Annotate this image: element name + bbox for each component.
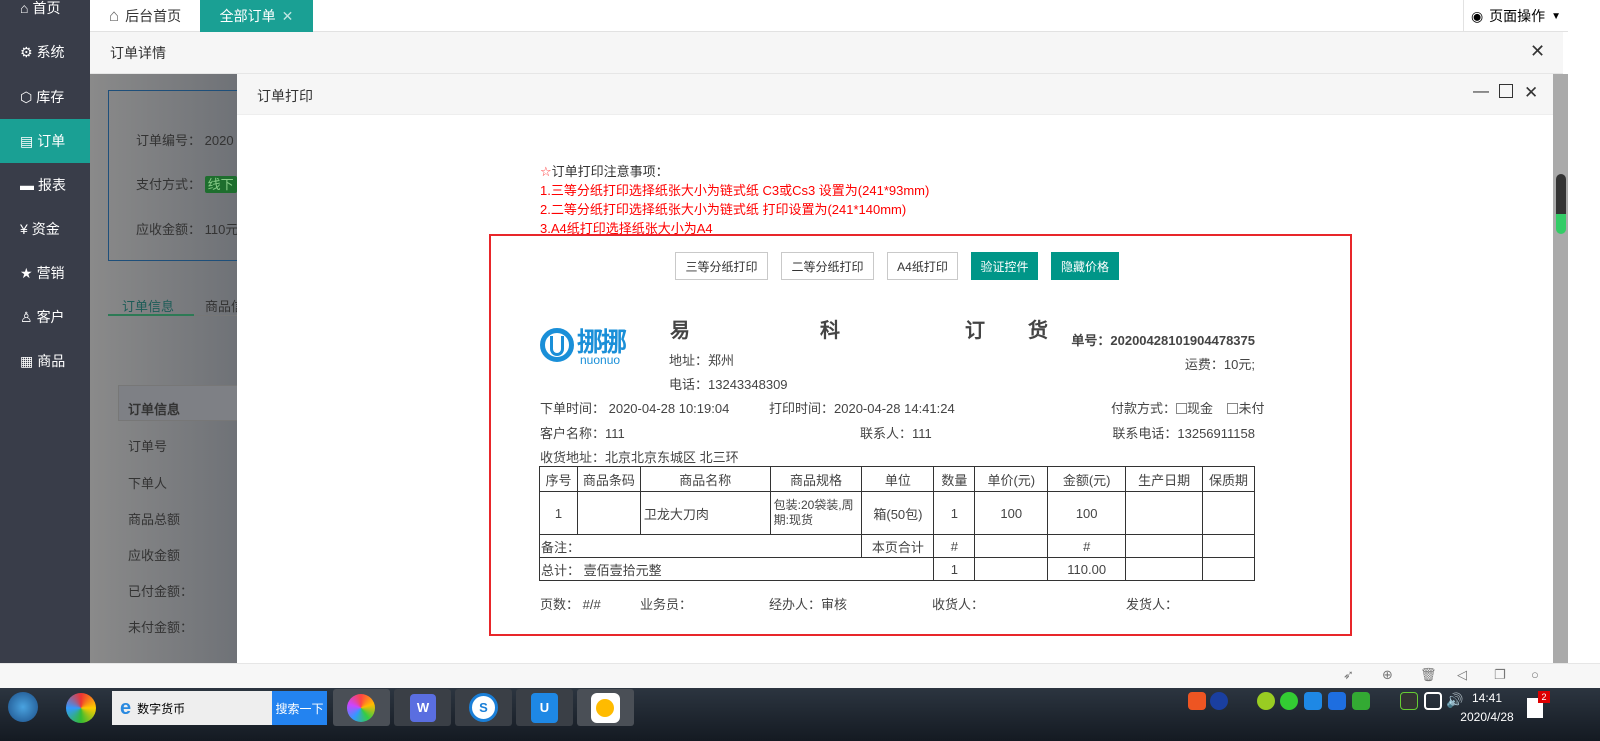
- sidebar-item-customers[interactable]: ♙ 客户: [0, 295, 90, 339]
- print-modal-header: 订单打印 — ✕: [237, 74, 1553, 115]
- search-button[interactable]: 搜索一下: [272, 691, 327, 725]
- browser-status-bar: ➶ ⊕ 🗑 ◁ ❐ ○: [0, 663, 1600, 688]
- network-icon[interactable]: [1424, 692, 1442, 710]
- order-items-table: 序号 商品条码 商品名称 商品规格 单位 数量 单价(元) 金额(元) 生产日期 保质期 1 卫龙大…: [538, 466, 1255, 581]
- unpaid-checkbox[interactable]: [1227, 403, 1239, 414]
- page-total-row: 备注： 本页合计 # #: [538, 534, 1255, 558]
- grid-icon: ▦: [20, 352, 34, 369]
- app-launcher-icon[interactable]: [66, 693, 96, 723]
- volume-icon[interactable]: 🔊: [1446, 692, 1463, 709]
- nvidia-icon[interactable]: [1400, 692, 1418, 710]
- caret-down-icon: ▼: [1551, 10, 1562, 22]
- close-icon[interactable]: ✕: [1530, 41, 1545, 62]
- sidebar-item-marketing[interactable]: ★ 营销: [0, 251, 90, 295]
- close-icon[interactable]: ✕: [282, 8, 294, 25]
- rocket-icon[interactable]: ➶: [1343, 667, 1354, 683]
- search-input[interactable]: e 数字货币: [112, 691, 272, 725]
- help-icon[interactable]: [1210, 692, 1228, 710]
- print-notes: ☆订单打印注意事项： 1.三等分纸打印选择纸张大小为链式纸 C3或Cs3 设置为…: [540, 164, 930, 236]
- table-row: 1 卫龙大刀肉 包装:20袋装,周期:现货 箱(50包) 1 100 100: [539, 491, 1255, 535]
- sidebar-item-products[interactable]: ▦ 商品: [0, 339, 90, 383]
- a4-print-button[interactable]: A4纸打印: [887, 252, 958, 280]
- sogou-ime-icon[interactable]: [1188, 692, 1206, 710]
- star-icon: ☆: [540, 164, 552, 179]
- sidebar-item-reports[interactable]: ▬ 报表: [0, 163, 90, 207]
- home-icon: ⌂: [20, 0, 29, 16]
- order-detail-header: 订单详情 ✕: [90, 32, 1563, 74]
- antivirus-icon[interactable]: [1352, 692, 1370, 710]
- background-order-detail: 订单编号： 2020 支付方式： 线下 应收金额： 110元 订单信息 商品信 …: [90, 74, 237, 663]
- trash-icon[interactable]: 🗑: [1420, 667, 1437, 683]
- cash-checkbox[interactable]: [1176, 403, 1188, 414]
- security-plus-icon[interactable]: [1257, 692, 1275, 710]
- third-paper-print-button[interactable]: 三等分纸打印: [675, 252, 768, 280]
- scrollbar[interactable]: [1553, 74, 1568, 663]
- tab-all-orders[interactable]: 全部订单 ✕: [200, 0, 313, 32]
- cube-icon: ⬡: [20, 88, 33, 105]
- start-button[interactable]: [8, 692, 38, 722]
- volume-icon[interactable]: ◁: [1457, 667, 1467, 683]
- yen-icon: ¥: [20, 221, 28, 237]
- taskbar-app-browser[interactable]: [333, 689, 390, 726]
- notification-badge: 2: [1538, 691, 1550, 703]
- table-header-row: 序号 商品条码 商品名称 商品规格 单位 数量 单价(元) 金额(元) 生产日期 保质期: [539, 466, 1255, 492]
- taskbar: e 数字货币 搜索一下 W S U 🔊 14:41 2020/4/28 2: [0, 688, 1600, 741]
- sidebar-item-system[interactable]: ⚙ 系统: [0, 30, 90, 74]
- user-icon: ♙: [20, 308, 33, 325]
- ie-icon: e: [120, 696, 132, 719]
- sidebar-item-orders[interactable]: ▤ 订单: [0, 119, 90, 163]
- taskbar-app-wps[interactable]: W: [394, 689, 451, 726]
- clock-time[interactable]: 14:41: [1462, 691, 1512, 705]
- tray-app-icon[interactable]: [1304, 692, 1322, 710]
- sidebar: ⌂ 首页 ⚙ 系统 ⬡ 库存 ▤ 订单 ▬ 报表 ¥ 资金 ★ 营销 ♙ 客户 ▦ 商品: [0, 0, 90, 688]
- page-operations-dropdown[interactable]: ◉ 页面操作 ▼: [1463, 0, 1568, 32]
- maximize-icon[interactable]: [1499, 84, 1513, 98]
- gear-icon: ⚙: [20, 43, 33, 60]
- document-icon: ▤: [20, 132, 34, 149]
- clock-date[interactable]: 2020/4/28: [1450, 710, 1524, 724]
- shield-icon[interactable]: [1328, 692, 1346, 710]
- tab-bar: ⌂ 后台首页 全部订单 ✕ ◉ 页面操作 ▼: [90, 0, 1568, 32]
- accelerate-icon[interactable]: ⊕: [1382, 667, 1393, 683]
- sidebar-item-funds[interactable]: ¥ 资金: [0, 207, 90, 251]
- sidebar-item-inventory[interactable]: ⬡ 库存: [0, 75, 90, 119]
- wechat-icon[interactable]: [1280, 692, 1298, 710]
- sidebar-item-home[interactable]: ⌂ 首页: [0, 0, 90, 30]
- half-paper-print-button[interactable]: 二等分纸打印: [781, 252, 874, 280]
- verify-plugin-button[interactable]: 验证控件: [971, 252, 1038, 280]
- radio-icon: ◉: [1470, 7, 1484, 24]
- home-icon: ⌂: [108, 6, 120, 25]
- modal-title: 订单打印: [257, 88, 313, 104]
- search-icon[interactable]: ○: [1531, 667, 1539, 682]
- tab-home[interactable]: ⌂ 后台首页: [90, 0, 200, 32]
- taskbar-app-ucloud[interactable]: U: [516, 689, 573, 726]
- page-title: 订单详情: [110, 45, 166, 61]
- star-icon: ★: [20, 264, 33, 281]
- monitor-icon: ▬: [20, 177, 34, 193]
- taskbar-app-sogou[interactable]: S: [455, 689, 512, 726]
- nuonuo-logo: 挪挪 nuonuo: [540, 320, 630, 370]
- close-icon[interactable]: ✕: [1524, 83, 1538, 103]
- grand-total-row: 总计： 壹佰壹拾元整 1 110.00: [538, 557, 1255, 581]
- window-icon[interactable]: ❐: [1494, 667, 1506, 683]
- minimize-icon[interactable]: —: [1473, 83, 1489, 101]
- hide-price-button[interactable]: 隐藏价格: [1051, 252, 1119, 280]
- taskbar-app-game[interactable]: [577, 689, 634, 726]
